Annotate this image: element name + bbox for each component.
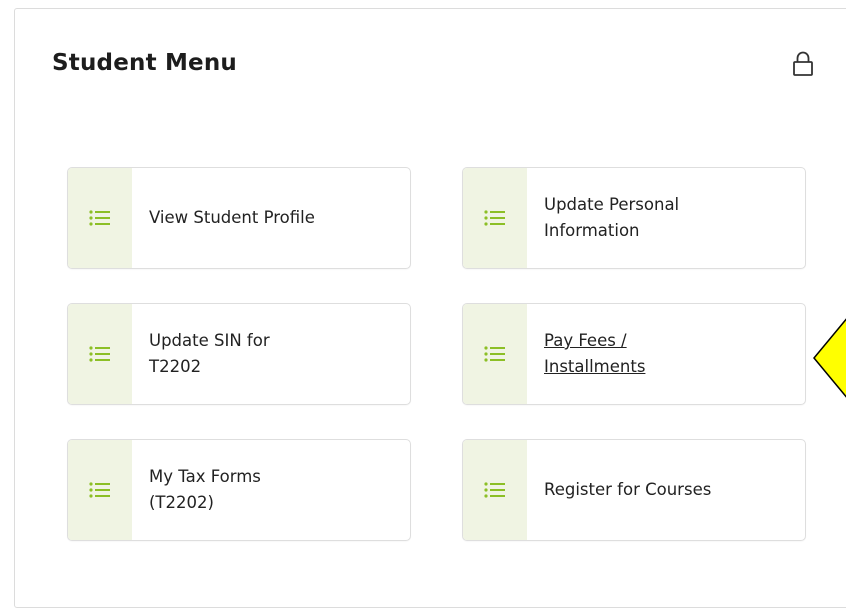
menu-item-label: Register for Courses (544, 440, 795, 540)
menu-item-label-line1: Update SIN for (149, 331, 270, 350)
menu-item-icon-strip (68, 168, 132, 268)
list-icon (89, 210, 110, 226)
list-icon (89, 482, 110, 498)
menu-item-label-line1: Update Personal (544, 195, 680, 214)
menu-item-label-line2[interactable]: Installments (544, 354, 645, 380)
menu-item-label: Update SIN for T2202 (149, 304, 400, 404)
menu-item-register-for-courses[interactable]: Register for Courses (462, 439, 806, 541)
menu-item-icon-strip (463, 304, 527, 404)
menu-item-label-line2: Information (544, 221, 640, 240)
lock-icon (793, 51, 813, 76)
list-icon (484, 482, 505, 498)
menu-item-label-line1: View Student Profile (149, 208, 315, 227)
menu-item-label: Update Personal Information (544, 168, 795, 268)
menu-item-label: My Tax Forms (T2202) (149, 440, 400, 540)
menu-item-label-line2: (T2202) (149, 493, 214, 512)
lock-button[interactable] (790, 48, 816, 78)
menu-item-my-tax-forms[interactable]: My Tax Forms (T2202) (67, 439, 411, 541)
menu-item-update-sin-for-t2202[interactable]: Update SIN for T2202 (67, 303, 411, 405)
panel-title: Student Menu (52, 50, 238, 76)
menu-item-label-line1: My Tax Forms (149, 467, 261, 486)
list-icon (89, 346, 110, 362)
menu-item-icon-strip (463, 440, 527, 540)
list-icon (484, 210, 505, 226)
menu-item-icon-strip (463, 168, 527, 268)
menu-item-icon-strip (68, 440, 132, 540)
menu-item-label-line1: Register for Courses (544, 480, 712, 499)
menu-item-pay-fees-installments[interactable]: Pay Fees / Installments (462, 303, 806, 405)
menu-item-label: View Student Profile (149, 168, 400, 268)
menu-item-link[interactable]: Pay Fees / Installments (544, 304, 795, 404)
menu-item-update-personal-information[interactable]: Update Personal Information (462, 167, 806, 269)
menu-item-icon-strip (68, 304, 132, 404)
menu-item-view-student-profile[interactable]: View Student Profile (67, 167, 411, 269)
menu-item-label-line1[interactable]: Pay Fees / (544, 328, 645, 354)
list-icon (484, 346, 505, 362)
yellow-arrow-pointer-icon (813, 318, 846, 398)
menu-item-label-line2: T2202 (149, 357, 202, 376)
